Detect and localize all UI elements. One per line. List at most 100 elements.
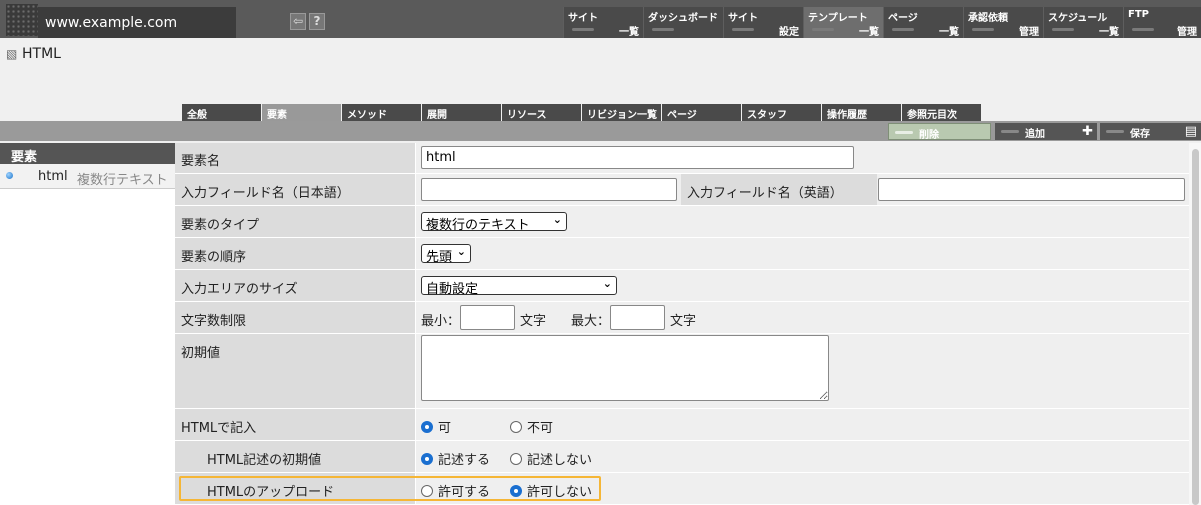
element-order-select[interactable]: 先頭 ⌄ — [421, 244, 471, 265]
area-size-value: 自動設定 — [426, 282, 479, 297]
row-initial-value: 初期値 — [175, 334, 1189, 409]
radio-label: 可 — [438, 421, 452, 436]
area-size-select[interactable]: 自動設定 ⌄ — [421, 276, 617, 297]
element-order-label: 要素の順序 — [181, 250, 247, 265]
element-type-value: 複数行のテキスト — [426, 218, 530, 233]
html-initial-no-radio[interactable]: 記述しない — [510, 449, 592, 468]
button-indicator — [1001, 130, 1019, 133]
min-chars-input[interactable] — [460, 305, 515, 330]
button-indicator — [1106, 130, 1124, 133]
html-input-no-radio[interactable]: 不可 — [510, 417, 553, 436]
initial-value-textarea[interactable] — [421, 335, 829, 401]
site-url-bar: www.example.com — [38, 7, 236, 38]
nav-label: テンプレート — [808, 13, 868, 24]
char-limit-label: 文字数制限 — [181, 314, 247, 329]
form-scrollbar[interactable] — [1189, 143, 1201, 505]
button-indicator — [895, 131, 913, 134]
nav-label: 承認依頼 — [968, 13, 1008, 24]
nav-label: サイト — [568, 13, 598, 24]
row-element-type: 要素のタイプ 複数行のテキスト ⌄ — [175, 206, 1189, 238]
max-label: 最大： — [571, 314, 611, 329]
radio-label: 不可 — [527, 421, 554, 436]
element-name-input[interactable] — [421, 146, 854, 169]
nav-schedule-list[interactable]: スケジュール 一覧 — [1043, 7, 1123, 38]
html-input-yes-radio[interactable]: 可 — [421, 417, 451, 436]
radio-empty-icon — [510, 452, 522, 465]
nav-approval-manage[interactable]: 承認依頼 管理 — [963, 7, 1043, 38]
help-icon[interactable]: ? — [309, 13, 325, 30]
row-char-limit: 文字数制限 最小： 文字 最大： 文字 — [175, 302, 1189, 334]
nav-site-settings[interactable]: サイト 設定 — [723, 7, 803, 38]
nav-label: スケジュール — [1048, 13, 1108, 24]
add-button[interactable]: 追加 ✚ — [995, 123, 1097, 140]
template-icon: ▧ — [6, 47, 18, 61]
chevron-down-icon: ⌄ — [602, 277, 612, 290]
max-unit: 文字 — [670, 314, 697, 329]
nav-indicator — [972, 28, 994, 31]
html-input-label: HTMLで記入 — [181, 421, 257, 436]
nav-label: FTP — [1128, 9, 1149, 20]
tab-elements[interactable]: 要素 — [262, 104, 341, 121]
tab-resources[interactable]: リソース — [502, 104, 581, 121]
navigation-icon[interactable]: ⇦ — [290, 13, 306, 30]
tab-deploy[interactable]: 展開 — [422, 104, 501, 121]
highlight-outline — [179, 476, 601, 501]
save-button[interactable]: 保存 ▤ — [1100, 123, 1201, 140]
tab-references[interactable]: 参照元目次 — [902, 104, 981, 121]
nav-page-list[interactable]: ページ 一覧 — [883, 7, 963, 38]
nav-label: サイト — [728, 13, 758, 24]
nav-dashboard[interactable]: ダッシュボード — [643, 7, 723, 38]
add-label: 追加 — [1025, 129, 1045, 140]
app-logo-icon[interactable] — [6, 4, 38, 36]
nav-ftp-manage[interactable]: FTP 管理 — [1123, 7, 1201, 38]
bullet-icon — [6, 172, 13, 179]
tab-revisions[interactable]: リビジョン一覧 — [582, 104, 661, 121]
nav-sublabel: 一覧 — [619, 27, 639, 38]
element-form: 要素名 入力フィールド名（日本語） 入力フィールド名（英語） 要素のタイプ 複数… — [175, 143, 1189, 505]
nav-sublabel: 設定 — [779, 27, 799, 38]
nav-template-list[interactable]: テンプレート 一覧 — [803, 7, 883, 38]
tab-pages[interactable]: ページ — [662, 104, 741, 121]
tab-methods[interactable]: メソッド — [342, 104, 421, 121]
element-type-select[interactable]: 複数行のテキスト ⌄ — [421, 212, 567, 233]
nav-sublabel: 管理 — [1019, 27, 1039, 38]
plus-icon: ✚ — [1082, 124, 1093, 139]
field-name-en-input[interactable] — [878, 178, 1185, 201]
max-chars-input[interactable] — [610, 305, 665, 330]
top-bar: www.example.com ⇦ ? サイト 一覧 ダッシュボード サイト 設… — [0, 0, 1201, 38]
radio-selected-icon — [421, 420, 433, 433]
field-name-en-label: 入力フィールド名（英語） — [687, 186, 843, 201]
chevron-down-icon: ⌄ — [552, 213, 562, 226]
tab-general[interactable]: 全般 — [182, 104, 261, 121]
nav-site-list[interactable]: サイト 一覧 — [563, 7, 643, 38]
area-size-label: 入力エリアのサイズ — [181, 282, 298, 297]
toolbar: 削除 追加 ✚ 保存 ▤ — [0, 121, 1201, 141]
element-sidebar: 要素 html 複数行テキスト — [0, 143, 175, 505]
delete-button[interactable]: 削除 — [888, 123, 991, 141]
nav-sublabel: 一覧 — [1099, 27, 1119, 38]
page-title: HTML — [22, 46, 61, 62]
nav-indicator — [652, 28, 674, 31]
save-icon: ▤ — [1184, 124, 1197, 139]
html-initial-yes-radio[interactable]: 記述する — [421, 449, 490, 468]
tab-history[interactable]: 操作履歴 — [822, 104, 901, 121]
element-order-value: 先頭 — [426, 250, 453, 265]
row-html-initial: HTML記述の初期値 記述する 記述しない — [175, 441, 1189, 473]
html-initial-label: HTML記述の初期値 — [207, 453, 322, 468]
sidebar-item-html[interactable]: html 複数行テキスト — [0, 164, 175, 189]
nav-sublabel: 一覧 — [859, 27, 879, 38]
min-label: 最小： — [421, 314, 461, 329]
scrollbar-thumb[interactable] — [1192, 149, 1199, 505]
min-unit: 文字 — [520, 314, 547, 329]
nav-indicator — [892, 28, 914, 31]
row-html-input: HTMLで記入 可 不可 — [175, 409, 1189, 441]
element-type-label: 要素のタイプ — [181, 218, 260, 233]
field-name-en-label-cell: 入力フィールド名（英語） — [681, 174, 877, 205]
radio-label: 記述しない — [527, 453, 593, 468]
tab-staff[interactable]: スタッフ — [742, 104, 821, 121]
field-name-ja-label: 入力フィールド名（日本語） — [181, 186, 350, 201]
nav-indicator — [1132, 28, 1154, 31]
field-name-ja-input[interactable] — [421, 178, 677, 201]
row-area-size: 入力エリアのサイズ 自動設定 ⌄ — [175, 270, 1189, 302]
save-label: 保存 — [1130, 129, 1150, 140]
